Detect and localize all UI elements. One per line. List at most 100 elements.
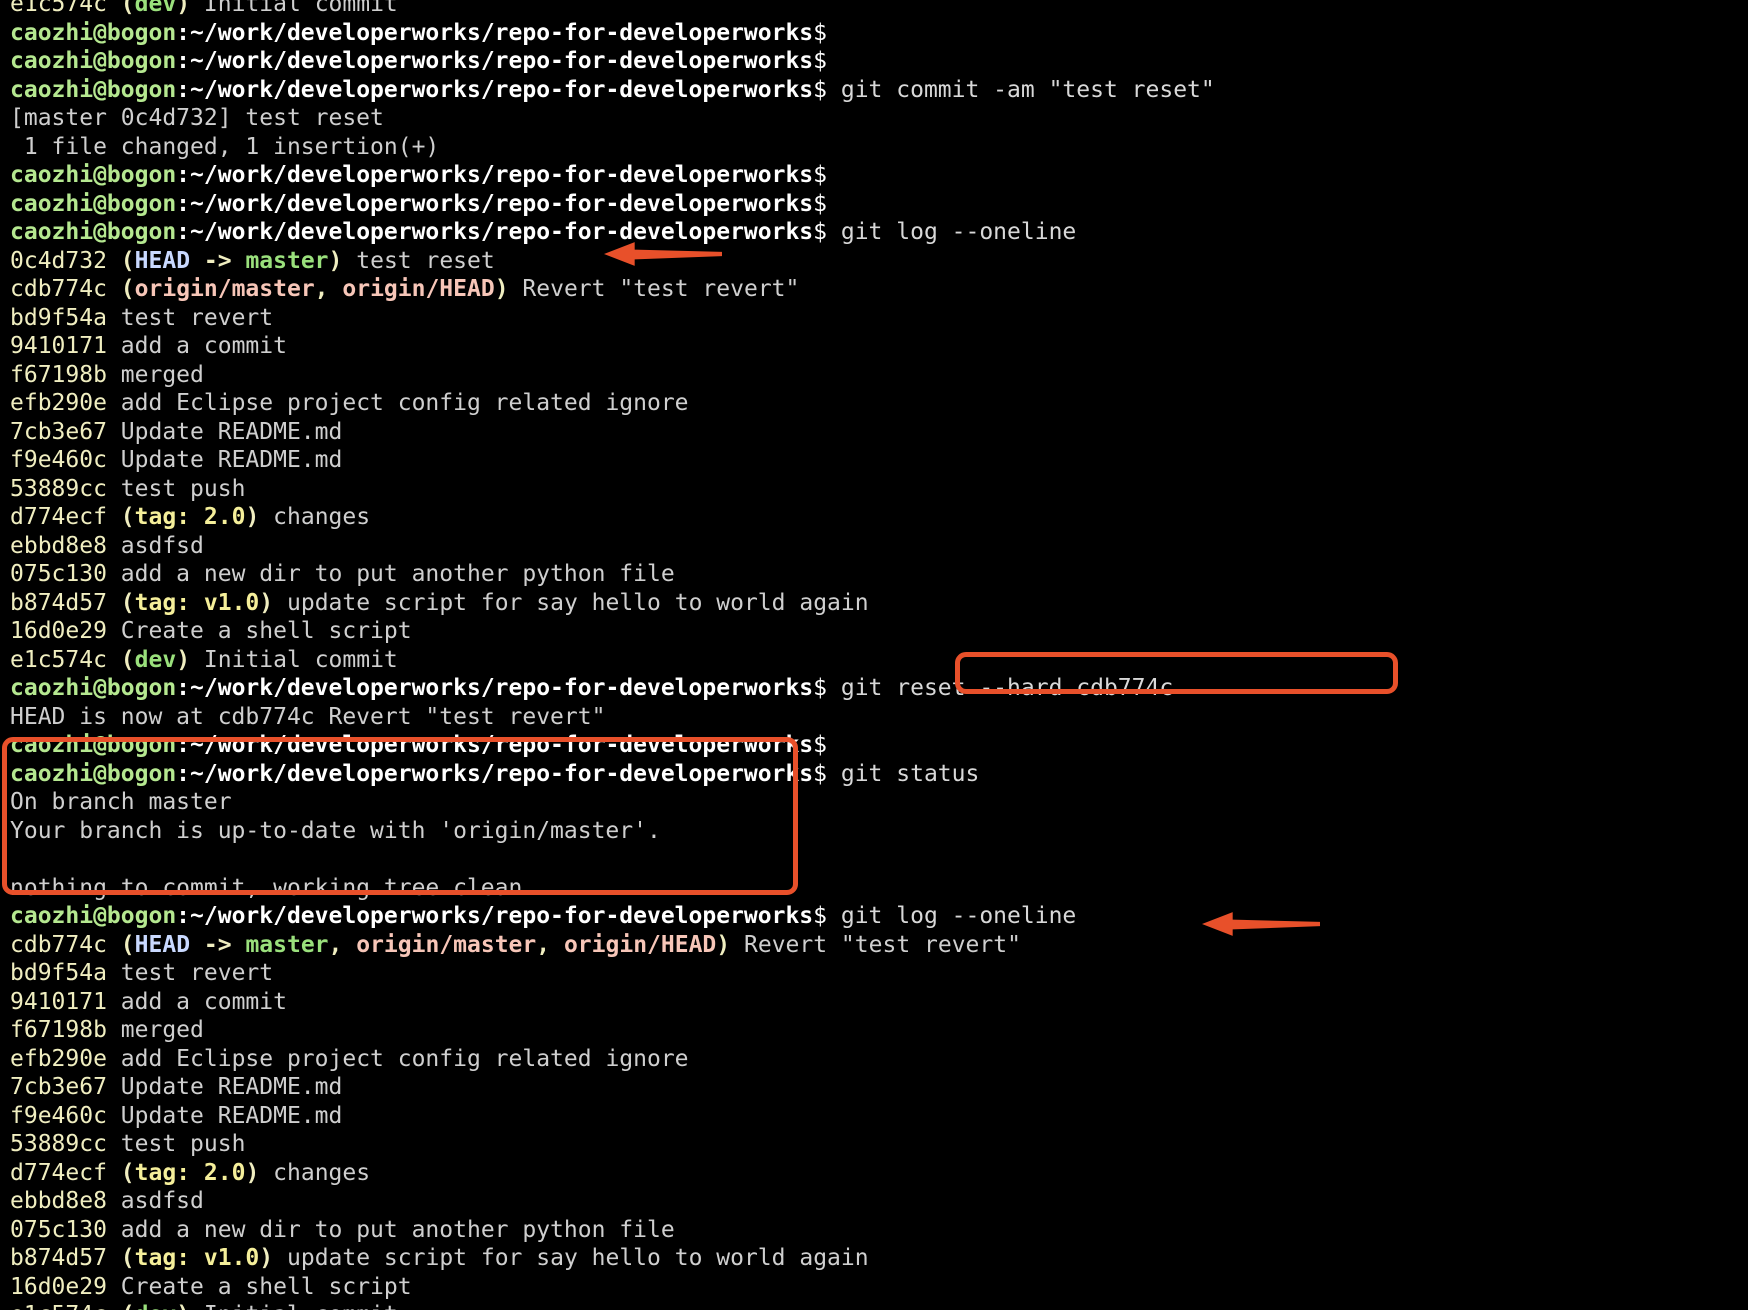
prompt-colon: : <box>176 760 191 787</box>
git-log-entry: 075c130 add a new dir to put another pyt… <box>10 560 1748 589</box>
git-log-entry: 7cb3e67 Update README.md <box>10 418 1748 447</box>
output-text: 1 file changed, 1 insertion(+) <box>10 133 440 160</box>
terminal-command: git reset --hard cdb774c <box>827 675 1174 701</box>
git-log-entry: 9410171 add a commit <box>10 988 1748 1017</box>
git-ref-tag: tag: 2.0 <box>134 1159 246 1186</box>
commit-subject: Update README.md <box>120 447 343 473</box>
commit-hash: bd9f54a <box>10 304 107 331</box>
commit-hash: f67198b <box>10 361 107 388</box>
git-log-entry: bd9f54a test revert <box>10 304 1748 333</box>
git-log-entry: b874d57 (tag: v1.0) update script for sa… <box>10 589 1748 618</box>
commit-subject: test push <box>120 1131 246 1157</box>
commit-hash: bd9f54a <box>10 960 107 986</box>
ref-paren-open: ( <box>120 931 135 958</box>
git-log-entry: f9e460c Update README.md <box>10 446 1748 475</box>
prompt-symbol: $ <box>813 732 828 758</box>
git-log-entry: 9410171 add a commit <box>10 332 1748 361</box>
commit-subject: Update README.md <box>120 418 343 445</box>
commit-hash: d774ecf <box>10 504 107 530</box>
prompt-colon: : <box>176 219 191 245</box>
git-ref-branch: master <box>245 247 329 274</box>
commit-hash: 9410171 <box>10 988 107 1015</box>
commit-hash: f67198b <box>10 1017 107 1043</box>
git-ref-tag: tag: 2.0 <box>134 504 246 530</box>
prompt-path: ~/work/developerworks/repo-for-developer… <box>190 732 814 758</box>
git-ref-head: HEAD <box>134 931 191 958</box>
git-log-entry: e1c574c (dev) Initial commit <box>10 646 1748 675</box>
prompt-colon: : <box>176 675 191 701</box>
prompt-path: ~/work/developerworks/repo-for-developer… <box>190 48 814 74</box>
terminal-prompt-line: caozhi@bogon:~/work/developerworks/repo-… <box>10 76 1748 105</box>
prompt-symbol: $ <box>813 190 828 217</box>
git-ref-tag: tag: v1.0 <box>134 1245 260 1271</box>
commit-hash: 16d0e29 <box>10 1273 107 1300</box>
commit-hash: ebbd8e8 <box>10 1188 107 1214</box>
commit-subject: Initial commit <box>204 1302 398 1310</box>
git-ref-plain: , <box>314 276 343 302</box>
terminal-prompt-line: caozhi@bogon:~/work/developerworks/repo-… <box>10 190 1748 219</box>
ref-paren-close: ) <box>259 1245 274 1271</box>
git-log-entry: f67198b merged <box>10 1016 1748 1045</box>
git-log-entry: ebbd8e8 asdfsd <box>10 1187 1748 1216</box>
git-log-entry: cdb774c (HEAD -> master, origin/master, … <box>10 931 1748 960</box>
prompt-symbol: $ <box>813 675 828 701</box>
terminal-output-line: On branch master <box>10 788 1748 817</box>
commit-subject: add a commit <box>120 333 287 359</box>
commit-hash: cdb774c <box>10 276 107 302</box>
commit-subject: add a new dir to put another python file <box>120 1216 675 1243</box>
commit-subject: asdfsd <box>120 532 204 559</box>
terminal-command: git log --oneline <box>827 903 1077 929</box>
prompt-colon: : <box>176 190 191 217</box>
prompt-colon: : <box>176 48 191 74</box>
ref-paren-open: ( <box>120 247 135 274</box>
output-text: nothing to commit, working tree clean <box>10 874 523 901</box>
prompt-colon: : <box>176 162 191 188</box>
commit-hash: b874d57 <box>10 1245 107 1271</box>
commit-subject: merged <box>120 1017 204 1043</box>
terminal-output-line: nothing to commit, working tree clean <box>10 874 1748 903</box>
git-ref-remote: origin/HEAD <box>563 931 717 958</box>
commit-hash: e1c574c <box>10 0 107 17</box>
git-ref-head: HEAD <box>134 247 191 274</box>
terminal-output: e1c574c (dev) Initial commit caozhi@bogon… <box>10 0 1748 1310</box>
git-log-entry: 0c4d732 (HEAD -> master) test reset <box>10 247 1748 276</box>
prompt-symbol: $ <box>813 219 828 245</box>
prompt-user-host: caozhi@bogon <box>10 675 177 701</box>
commit-hash: 075c130 <box>10 561 107 587</box>
commit-hash: 16d0e29 <box>10 618 107 644</box>
git-log-entry: cdb774c (origin/master, origin/HEAD) Rev… <box>10 275 1748 304</box>
commit-subject: Revert "test revert" <box>522 276 800 302</box>
ref-paren-close: ) <box>259 589 274 616</box>
prompt-user-host: caozhi@bogon <box>10 48 177 74</box>
git-ref-branch: dev <box>134 646 177 673</box>
git-log-entry: 53889cc test push <box>10 1130 1748 1159</box>
output-text: [master 0c4d732] test reset <box>10 105 384 131</box>
commit-hash: cdb774c <box>10 931 107 958</box>
commit-hash: 53889cc <box>10 475 107 502</box>
prompt-user-host: caozhi@bogon <box>10 162 177 188</box>
git-log-entry: bd9f54a test revert <box>10 959 1748 988</box>
terminal-window[interactable]: e1c574c (dev) Initial commit caozhi@bogon… <box>0 0 1748 1310</box>
git-log-entry: efb290e add Eclipse project config relat… <box>10 389 1748 418</box>
terminal-prompt-line: caozhi@bogon:~/work/developerworks/repo-… <box>10 902 1748 931</box>
commit-subject: add Eclipse project config related ignor… <box>120 1045 689 1072</box>
ref-paren-close: ) <box>176 1302 190 1310</box>
git-log-entry: f9e460c Update README.md <box>10 1102 1748 1131</box>
prompt-user-host: caozhi@bogon <box>10 190 177 217</box>
ref-paren-open: ( <box>120 589 135 616</box>
terminal-command: git log --oneline <box>827 219 1077 245</box>
commit-subject: Initial commit <box>203 0 398 17</box>
